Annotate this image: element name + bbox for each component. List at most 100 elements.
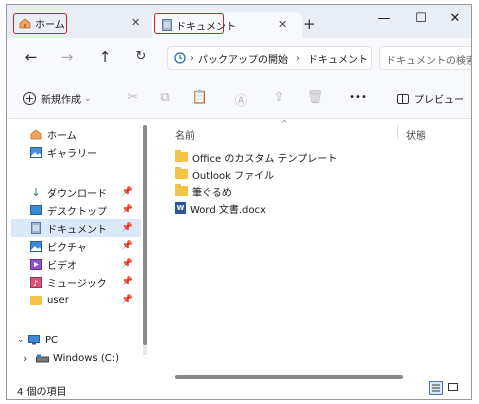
plus-circle-icon: +: [23, 92, 36, 105]
music-icon: ♪: [29, 276, 43, 288]
minimize-icon[interactable]: —: [374, 11, 394, 26]
tab-documents-close-icon[interactable]: ✕: [278, 18, 287, 31]
desktop-icon: [29, 204, 43, 216]
share-icon[interactable]: ⇪: [269, 90, 289, 105]
sidebar-item-documents[interactable]: ドキュメント 📌: [11, 219, 141, 237]
file-row-outlook[interactable]: Outlook ファイル: [175, 166, 274, 182]
item-count: 4 個の項目: [17, 387, 67, 398]
gallery-icon: [29, 146, 43, 158]
status-bar: 4 個の項目: [7, 379, 471, 399]
more-options-icon[interactable]: •••: [347, 92, 369, 103]
address-segment-backup[interactable]: パックアップの開始: [198, 51, 288, 66]
pictures-icon: [29, 240, 43, 252]
new-tab-icon[interactable]: +: [303, 15, 316, 33]
search-input[interactable]: ドキュメントの検索: [379, 46, 471, 70]
sidebar-item-label: user: [47, 294, 69, 306]
title-bar: ホーム ✕ ドキュメント ✕ + — ☐ ✕: [7, 5, 471, 38]
home-icon: [29, 128, 43, 140]
address-field[interactable]: › パックアップの開始 › ドキュメント: [167, 46, 372, 70]
navigation-scrollbar[interactable]: [143, 125, 147, 355]
sidebar-item-gallery[interactable]: ギャラリー: [29, 143, 139, 161]
address-bar-row: ← → ↑ ↻ › パックアップの開始 › ドキュメント ドキュメントの検索: [7, 38, 471, 80]
up-icon[interactable]: ↑: [95, 48, 115, 66]
pin-icon[interactable]: 📌: [122, 241, 133, 251]
sidebar-item-videos[interactable]: ビデオ 📌: [29, 255, 141, 273]
file-list: ^ 名前 状態 Office のカスタム テンプレート Outlook ファイル…: [155, 119, 471, 375]
sidebar-item-label: ホーム: [47, 130, 77, 142]
chevron-down-icon: ⌄: [84, 93, 92, 104]
pin-icon[interactable]: 📌: [122, 259, 133, 269]
delete-icon[interactable]: 🗑: [305, 90, 325, 105]
tiles-view-icon[interactable]: [447, 381, 461, 395]
chevron-right-icon: ›: [296, 52, 300, 64]
folder-icon: [29, 294, 43, 306]
column-divider[interactable]: [397, 125, 398, 139]
file-row-office-templates[interactable]: Office のカスタム テンプレート: [175, 149, 337, 165]
svg-text:♪: ♪: [33, 279, 38, 288]
sidebar-item-label: ビデオ: [47, 260, 77, 272]
cloud-backup-icon: [174, 52, 186, 64]
file-row-fudegurume[interactable]: 筆ぐるめ: [175, 183, 232, 199]
folder-icon: [175, 184, 188, 196]
pin-icon[interactable]: 📌: [122, 205, 133, 215]
document-icon: [29, 222, 43, 234]
rename-icon[interactable]: Ⓐ: [231, 90, 251, 109]
maximize-icon[interactable]: ☐: [411, 11, 431, 26]
sidebar-item-downloads[interactable]: ↓ ダウンロード 📌: [29, 183, 141, 201]
sidebar-item-windows-c[interactable]: › Windows (C:): [23, 349, 141, 367]
pin-icon[interactable]: 📌: [122, 187, 133, 197]
navigation-pane: ホーム ギャラリー ↓ ダウンロード 📌 デスクトップ 📌 ドキュメント 📌 ピ…: [7, 119, 145, 375]
sidebar-item-label: ドキュメント: [47, 224, 107, 236]
refresh-icon[interactable]: ↻: [131, 49, 151, 64]
chevron-down-icon[interactable]: ⌄: [17, 335, 27, 345]
new-item-button[interactable]: + 新規作成 ⌄: [23, 91, 92, 106]
sidebar-item-label: ダウンロード: [47, 188, 107, 200]
sidebar-item-pc[interactable]: ⌄ PC: [17, 331, 137, 349]
details-view-icon[interactable]: [429, 381, 443, 395]
file-row-word-doc[interactable]: W Word 文書.docx: [175, 200, 266, 216]
command-bar: + 新規作成 ⌄ ✂ ⧉ 📋 Ⓐ ⇪ 🗑 ••• プレビュー: [7, 80, 471, 119]
cut-icon[interactable]: ✂: [123, 90, 143, 105]
copy-icon[interactable]: ⧉: [155, 90, 175, 105]
sort-up-icon: ^: [281, 119, 288, 128]
sidebar-item-desktop[interactable]: デスクトップ 📌: [29, 201, 141, 219]
preview-button[interactable]: プレビュー: [397, 91, 464, 106]
preview-pane-icon: [397, 93, 409, 104]
column-header-name[interactable]: 名前: [175, 127, 195, 142]
sidebar-item-music[interactable]: ♪ ミュージック 📌: [29, 273, 141, 291]
column-header-status[interactable]: 状態: [406, 127, 426, 142]
preview-label: プレビュー: [414, 95, 464, 106]
address-segment-documents[interactable]: ドキュメント: [308, 51, 368, 66]
sidebar-item-label: ギャラリー: [47, 148, 97, 160]
sidebar-item-label: Windows (C:): [53, 352, 119, 364]
pin-icon[interactable]: 📌: [122, 223, 133, 233]
close-window-icon[interactable]: ✕: [445, 11, 465, 26]
explorer-window: ホーム ✕ ドキュメント ✕ + — ☐ ✕ ← → ↑ ↻ › パックアップの…: [6, 4, 472, 400]
file-name: 筆ぐるめ: [192, 187, 232, 199]
scrollbar-thumb[interactable]: [143, 125, 147, 345]
sidebar-item-user[interactable]: user 📌: [29, 291, 141, 309]
chevron-right-icon: ›: [190, 52, 194, 64]
video-icon: [29, 258, 43, 270]
pin-icon[interactable]: 📌: [122, 295, 133, 305]
file-name: Office のカスタム テンプレート: [192, 153, 338, 165]
sidebar-item-label: ミュージック: [47, 278, 107, 290]
tab-home-close-icon[interactable]: ✕: [131, 16, 140, 29]
back-icon[interactable]: ←: [21, 48, 41, 66]
sidebar-item-label: PC: [45, 334, 59, 346]
new-item-label: 新規作成: [41, 95, 81, 106]
chevron-right-icon[interactable]: ›: [23, 352, 35, 365]
tab-documents-highlight: [154, 13, 224, 34]
drive-icon: [35, 352, 49, 364]
sidebar-item-label: ピクチャ: [47, 242, 87, 254]
folder-icon: [175, 150, 188, 162]
pin-icon[interactable]: 📌: [122, 277, 133, 287]
sidebar-item-pictures[interactable]: ピクチャ 📌: [29, 237, 141, 255]
forward-icon[interactable]: →: [57, 48, 77, 66]
paste-icon[interactable]: 📋: [190, 90, 210, 105]
word-document-icon: W: [175, 202, 186, 214]
download-icon: ↓: [31, 185, 41, 199]
folder-icon: [175, 167, 188, 179]
sidebar-item-label: デスクトップ: [47, 206, 107, 218]
sidebar-item-home[interactable]: ホーム: [29, 125, 139, 143]
